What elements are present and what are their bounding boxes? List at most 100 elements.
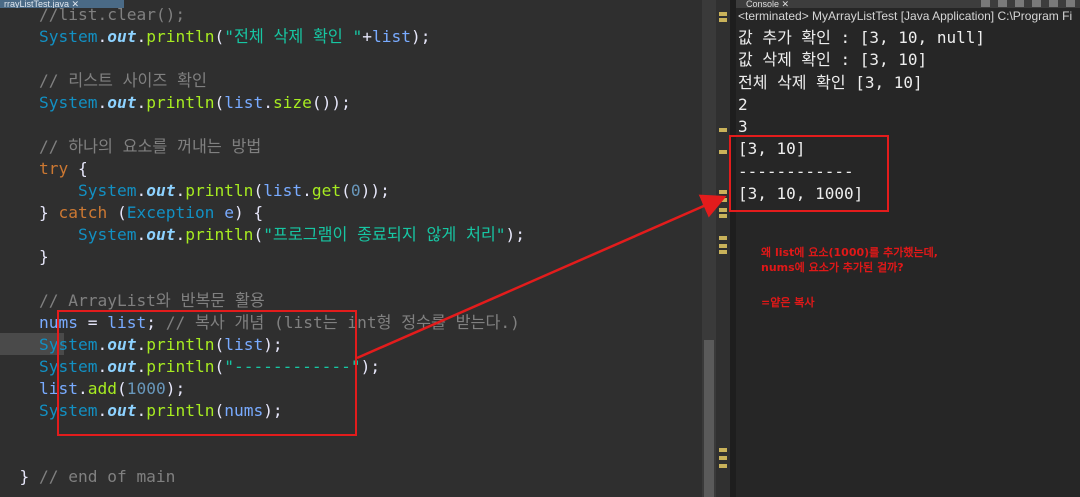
overview-marker[interactable]: [719, 150, 727, 154]
code-token: (: [341, 181, 351, 200]
code-line[interactable]: // 하나의 요소를 꺼내는 방법: [0, 136, 702, 158]
code-token: {: [68, 159, 88, 178]
code-token: ));: [360, 181, 390, 200]
code-line[interactable]: try {: [0, 158, 702, 180]
console-view: Console ✕ <terminated> MyArrayListTest […: [736, 0, 1080, 497]
annotation-line: =얕은 복사: [761, 296, 815, 309]
code-token: e: [224, 203, 234, 222]
code-token: "프로그램이 종료되지 않게 처리": [263, 225, 506, 244]
overview-marker[interactable]: [719, 464, 727, 468]
code-token: list: [372, 27, 412, 46]
code-token: }: [0, 203, 59, 222]
code-token: println: [146, 93, 215, 112]
code-line[interactable]: System.out.println("프로그램이 종료되지 않게 처리");: [0, 224, 702, 246]
code-token: println: [185, 181, 254, 200]
console-tab[interactable]: Console ✕: [746, 0, 789, 8]
code-token: +: [362, 27, 373, 46]
code-token: System: [0, 93, 98, 112]
display-console-icon[interactable]: [998, 0, 1007, 7]
code-token: ());: [311, 93, 351, 112]
code-token: System: [0, 27, 98, 46]
overview-marker[interactable]: [719, 456, 727, 460]
code-token: list: [224, 93, 264, 112]
code-token: .: [136, 225, 147, 244]
code-token: // 리스트 사이즈 확인: [0, 71, 207, 90]
output-highlight-box: [729, 135, 889, 212]
code-token: .: [175, 225, 186, 244]
overview-marker[interactable]: [719, 12, 727, 16]
code-token: .: [263, 93, 273, 112]
code-token: }: [0, 247, 49, 266]
overview-marker[interactable]: [719, 236, 727, 240]
code-line[interactable]: [0, 268, 702, 290]
overview-marker[interactable]: [719, 128, 727, 132]
view-menu-icon[interactable]: [1032, 0, 1041, 7]
code-token: 0: [350, 181, 361, 200]
code-token: // 하나의 요소를 꺼내는 방법: [0, 137, 262, 156]
code-token: println: [185, 225, 254, 244]
code-token: .: [136, 27, 147, 46]
console-output-line: 전체 삭제 확인 [3, 10]: [738, 72, 923, 92]
scrollbar-thumb[interactable]: [704, 340, 714, 497]
console-output-line: 값 추가 확인 : [3, 10, null]: [738, 28, 985, 47]
minimize-icon[interactable]: [1049, 0, 1058, 7]
code-token: size: [272, 93, 312, 112]
code-line[interactable]: }: [0, 246, 702, 268]
overview-marker[interactable]: [719, 250, 727, 254]
code-token: System: [0, 225, 137, 244]
code-token: out: [107, 27, 137, 46]
overview-marker[interactable]: [719, 244, 727, 248]
console-output-line: 2: [738, 94, 748, 114]
code-token: out: [107, 93, 137, 112]
code-line[interactable]: [0, 48, 702, 70]
code-token: }: [0, 467, 39, 486]
code-token: // end of main: [38, 467, 176, 486]
code-line[interactable]: } // end of main: [0, 466, 702, 488]
code-token: "전체 삭제 확인 ": [224, 27, 363, 46]
annotation-line: 왜 list에 요소(1000)를 추가했는데,: [761, 246, 938, 259]
pin-console-icon[interactable]: [981, 0, 990, 7]
code-token: );: [505, 225, 526, 244]
overview-marker[interactable]: [719, 208, 727, 212]
console-tab-bar: Console ✕: [736, 0, 1080, 8]
code-line[interactable]: System.out.println("전체 삭제 확인 "+list);: [0, 26, 702, 48]
overview-marker[interactable]: [719, 190, 727, 194]
console-status-line: <terminated> MyArrayListTest [Java Appli…: [738, 9, 1073, 23]
code-token: (: [214, 93, 225, 112]
code-token: list.clear();: [58, 5, 186, 24]
code-token: list: [263, 181, 303, 200]
annotation-note: 왜 list에 요소(1000)를 추가했는데, nums에 요소가 추가된 걸…: [761, 245, 938, 310]
overview-marker[interactable]: [719, 18, 727, 22]
code-token: //: [0, 5, 59, 24]
code-highlight-box: [57, 310, 357, 436]
code-token: catch: [58, 203, 108, 222]
code-token: System: [0, 181, 137, 200]
code-line[interactable]: } catch (Exception e) {: [0, 202, 702, 224]
overview-marker[interactable]: [719, 214, 727, 218]
code-line[interactable]: //list.clear();: [0, 4, 702, 26]
code-token: println: [146, 27, 215, 46]
code-token: try: [0, 159, 69, 178]
code-line[interactable]: System.out.println(list.get(0));: [0, 180, 702, 202]
code-token: (: [253, 225, 264, 244]
code-token: (: [107, 203, 127, 222]
maximize-icon[interactable]: [1066, 0, 1075, 7]
code-token: ) {: [233, 203, 264, 222]
overview-marker[interactable]: [719, 448, 727, 452]
code-line[interactable]: [0, 444, 702, 466]
console-output-line: 값 삭제 확인 : [3, 10]: [738, 50, 928, 70]
code-line[interactable]: // ArrayList와 반복문 활용: [0, 290, 702, 312]
code-token: .: [175, 181, 186, 200]
code-token: (: [253, 181, 264, 200]
overview-marker[interactable]: [719, 198, 727, 202]
open-console-icon[interactable]: [1015, 0, 1024, 7]
code-token: .: [136, 181, 147, 200]
code-line[interactable]: System.out.println(list.size());: [0, 92, 702, 114]
overview-ruler[interactable]: [716, 0, 730, 497]
code-token: );: [360, 357, 381, 376]
code-line[interactable]: // 리스트 사이즈 확인: [0, 70, 702, 92]
code-token: .: [97, 27, 108, 46]
code-line[interactable]: [0, 114, 702, 136]
code-token: out: [146, 225, 176, 244]
code-token: get: [311, 181, 342, 200]
